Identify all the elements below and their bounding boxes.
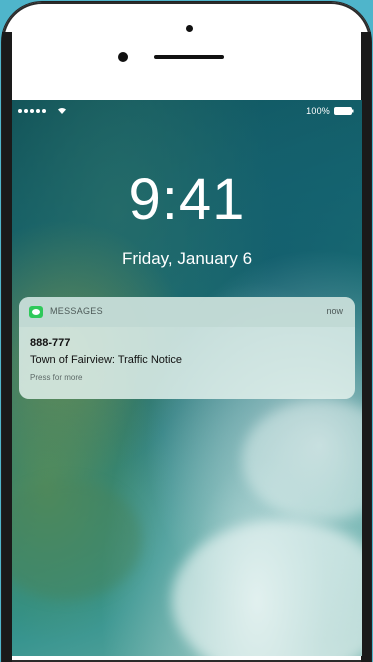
cellular-signal-icon	[18, 109, 46, 113]
lock-screen-clock: 9:41	[128, 167, 246, 232]
lock-screen[interactable]: 100% 9:41 Friday, January 6 MESSAGES now…	[12, 100, 362, 656]
notification-message: Town of Fairview: Traffic Notice	[30, 354, 183, 366]
lock-screen-date: Friday, January 6	[121, 249, 253, 268]
wallpaper-wave	[12, 480, 142, 600]
status-bar: 100%	[12, 100, 362, 122]
notification-hint: Press for more	[30, 373, 83, 382]
notification-sender: 888-777	[30, 337, 71, 349]
earpiece-speaker-icon	[154, 55, 224, 59]
phone-bezel-left	[2, 32, 12, 662]
battery-icon	[334, 107, 354, 115]
wallpaper-wave	[172, 520, 362, 656]
front-camera-icon	[186, 25, 193, 32]
proximity-sensor-icon	[118, 52, 128, 62]
battery-percentage: 100%	[306, 106, 330, 116]
notification-header: MESSAGES now	[19, 297, 355, 327]
page-background: 100% 9:41 Friday, January 6 MESSAGES now…	[0, 0, 373, 662]
notification-timestamp: now	[326, 306, 343, 316]
phone-bezel-right	[361, 32, 371, 662]
wallpaper-wave	[242, 400, 362, 520]
message-notification[interactable]: MESSAGES now 888-777 Town of Fairview: T…	[19, 297, 355, 399]
wifi-icon	[58, 107, 66, 114]
messages-icon	[29, 306, 43, 318]
notification-app-name: MESSAGES	[50, 306, 103, 316]
